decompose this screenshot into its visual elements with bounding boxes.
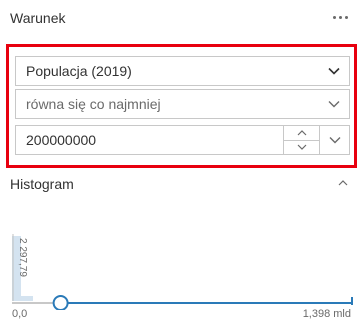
histogram-min-label: 0,0 (12, 308, 28, 320)
increment-button[interactable] (284, 126, 319, 141)
chevron-down-icon (297, 144, 306, 151)
more-horizontal-icon[interactable] (331, 12, 349, 22)
histogram-max-label: 1,398 mld (302, 308, 351, 320)
histogram-header: Histogram (10, 174, 349, 194)
condition-header: Warunek (0, 0, 359, 40)
condition-title: Warunek (10, 10, 66, 26)
operator-select-value: równa się co najmniej (26, 96, 161, 112)
histogram-bar (21, 296, 33, 301)
value-input-text[interactable]: 200000000 (16, 132, 283, 148)
chevron-down-icon (329, 137, 340, 144)
value-dropdown-button[interactable] (319, 126, 349, 154)
field-select-value: Populacja (2019) (26, 63, 132, 79)
slider-handle[interactable] (52, 295, 69, 310)
field-select[interactable]: Populacja (2019) (15, 56, 350, 86)
operator-select[interactable]: równa się co najmniej (15, 89, 350, 119)
histogram-chart: 2 297,79 (12, 234, 353, 310)
chevron-down-icon (319, 90, 349, 118)
histogram-title: Histogram (10, 176, 74, 192)
decrement-button[interactable] (284, 141, 319, 155)
chevron-up-icon[interactable] (337, 178, 349, 188)
value-stepper[interactable] (283, 126, 319, 154)
value-input[interactable]: 200000000 (15, 125, 350, 155)
chevron-up-icon (297, 129, 306, 136)
chevron-down-icon (319, 57, 349, 85)
histogram-axis-label: 2 297,79 (17, 238, 28, 277)
